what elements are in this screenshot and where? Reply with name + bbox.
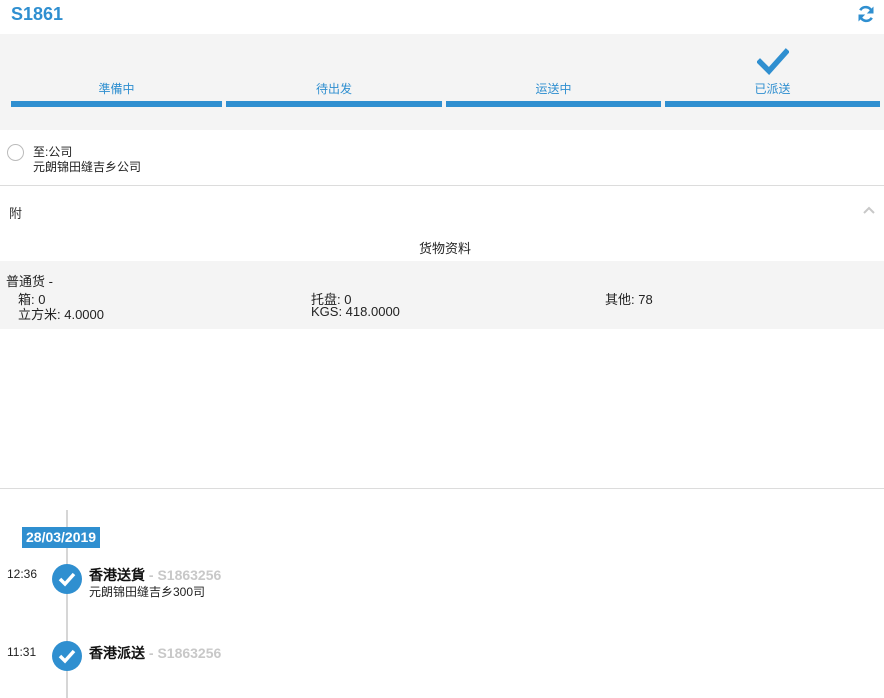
- step-preparing: 準備中: [11, 34, 222, 130]
- event-ref: - S1863256: [148, 567, 222, 583]
- step-bar: [446, 101, 661, 107]
- step-label: 準備中: [98, 82, 135, 96]
- step-awaiting-departure: 待出发: [226, 34, 442, 130]
- event-address: 元朗锦田缝吉乡300司: [89, 585, 206, 599]
- step-label: 待出发: [315, 82, 352, 96]
- status-progress: 準備中 待出发 运送中 已派送: [0, 34, 884, 130]
- event-title: 香港送貨 - S1863256: [89, 565, 221, 585]
- cargo-cbm: 立方米: 4.0000: [18, 307, 104, 322]
- step-bar: [11, 101, 222, 107]
- destination-item: 至:公司 元朗锦田缝吉乡公司: [0, 130, 884, 186]
- event-ref: - S1863256: [148, 645, 222, 661]
- refresh-icon[interactable]: [856, 4, 876, 24]
- date-badge: 28/03/2019: [22, 527, 101, 548]
- step-in-transit: 运送中: [446, 34, 661, 130]
- event-title: 香港派送 - S1863256: [89, 643, 221, 663]
- step-bar: [226, 101, 442, 107]
- destination-address: 元朗锦田缝吉乡公司: [33, 160, 142, 174]
- order-id: S1861: [11, 4, 64, 24]
- step-label: 运送中: [535, 82, 572, 96]
- step-bar: [665, 101, 880, 107]
- section-label: 附: [9, 206, 23, 221]
- cargo-type: 普通货 -: [6, 274, 53, 289]
- cargo-kgs: KGS: 418.0000: [311, 304, 400, 319]
- step-delivered: 已派送: [665, 34, 880, 130]
- header: S1861: [0, 0, 884, 34]
- destination-radio[interactable]: [7, 144, 24, 161]
- chevron-up-icon[interactable]: [862, 205, 876, 215]
- event-title-text: 香港派送: [89, 645, 145, 661]
- cargo-other: 其他: 78: [605, 292, 653, 307]
- cargo-info: 普通货 - 箱: 0 托盘: 0 其他: 78 立方米: 4.0000 KGS:…: [0, 261, 884, 329]
- event-time: 11:31: [7, 645, 37, 659]
- check-circle-icon: [52, 564, 82, 594]
- divider: [0, 488, 884, 489]
- attachments-section-header[interactable]: 附: [0, 187, 884, 233]
- check-icon: [756, 48, 789, 76]
- event-time: 12:36: [7, 567, 38, 581]
- check-circle-icon: [52, 641, 82, 671]
- event-title-text: 香港送貨: [89, 567, 145, 583]
- step-label: 已派送: [754, 82, 791, 96]
- cargo-title: 货物资料: [418, 241, 471, 256]
